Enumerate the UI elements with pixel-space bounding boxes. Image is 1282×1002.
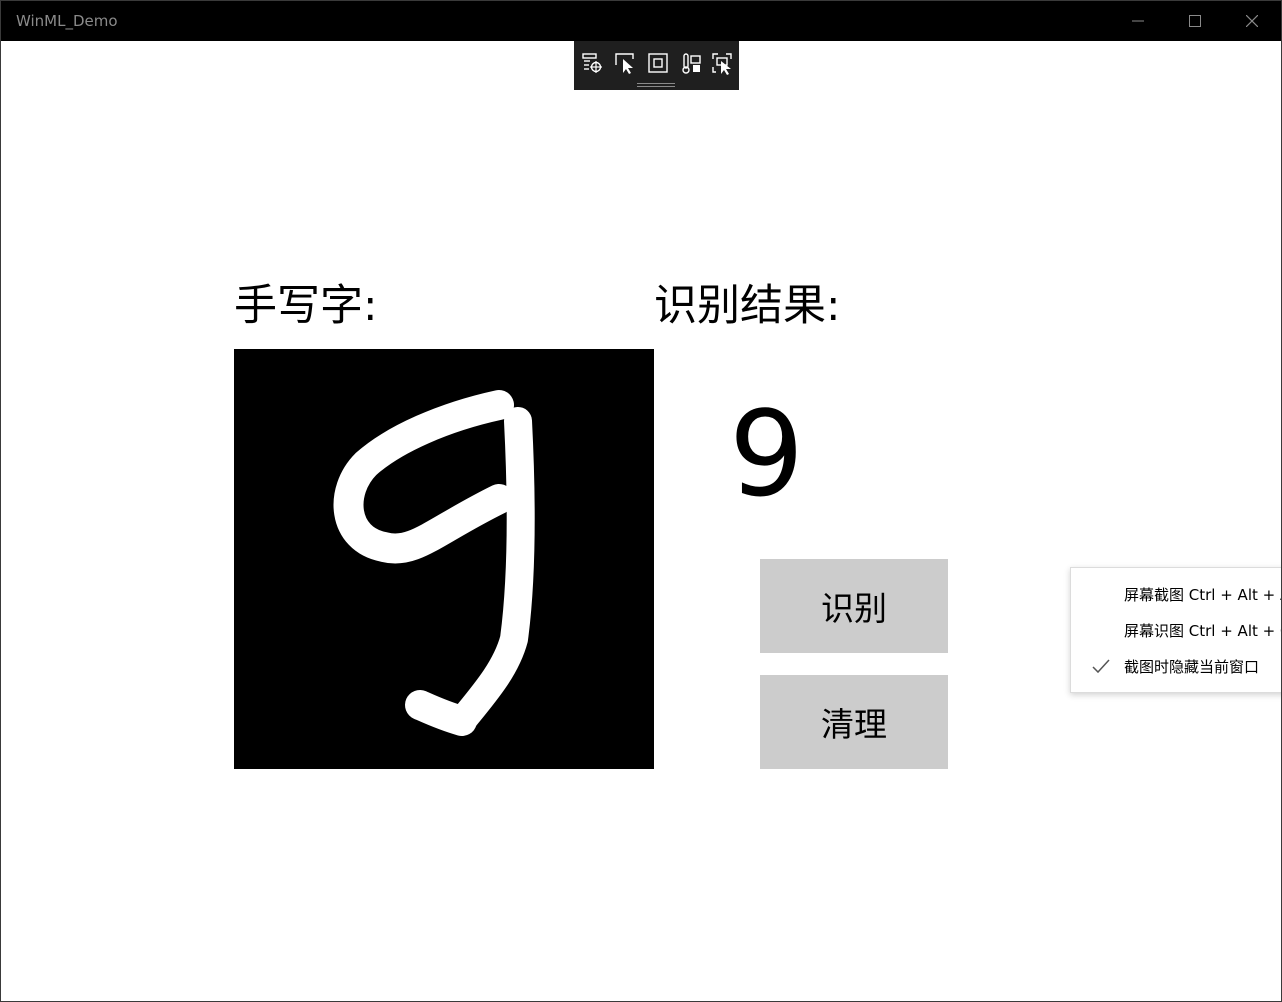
- toolbar-grip[interactable]: [637, 83, 675, 87]
- maximize-icon: [1188, 15, 1201, 27]
- app-window: WinML_Demo 手写字: 识别结果: 9 识别 清理 屏幕截图 Ctrl …: [0, 0, 1282, 1002]
- minimize-button[interactable]: [1109, 1, 1166, 41]
- recognize-button[interactable]: 识别: [760, 559, 948, 653]
- handwriting-label: 手写字:: [234, 281, 378, 331]
- xaml-debug-toolbar: [574, 41, 739, 90]
- menu-item-label: 屏幕识图 Ctrl + Alt + O: [1124, 622, 1282, 640]
- select-element-icon[interactable]: [613, 51, 637, 75]
- recognition-result: 9: [729, 385, 805, 523]
- window-title: WinML_Demo: [16, 12, 118, 30]
- live-visual-tree-icon[interactable]: [580, 51, 604, 75]
- clear-button[interactable]: 清理: [760, 675, 948, 769]
- close-icon: [1245, 15, 1258, 27]
- handwritten-stroke: [333, 390, 535, 736]
- hot-reload-icon[interactable]: [710, 51, 734, 75]
- track-focus-icon[interactable]: [679, 51, 703, 75]
- checkmark-icon: [1091, 656, 1111, 676]
- result-label: 识别结果:: [654, 281, 841, 331]
- handwriting-canvas[interactable]: [234, 349, 654, 769]
- menu-item-label: 屏幕截图 Ctrl + Alt + A: [1124, 586, 1282, 604]
- menu-item-screen-capture[interactable]: 屏幕截图 Ctrl + Alt + A: [1071, 576, 1282, 612]
- menu-item-label: 截图时隐藏当前窗口: [1124, 658, 1260, 676]
- minimize-icon: [1131, 15, 1144, 27]
- menu-item-hide-window[interactable]: 截图时隐藏当前窗口: [1071, 648, 1281, 684]
- title-bar[interactable]: WinML_Demo: [1, 1, 1281, 41]
- screenshot-context-menu: 屏幕截图 Ctrl + Alt + A 屏幕识图 Ctrl + Alt + O …: [1070, 567, 1282, 693]
- close-button[interactable]: [1223, 1, 1280, 41]
- display-layout-adorners-icon[interactable]: [646, 51, 670, 75]
- maximize-button[interactable]: [1166, 1, 1223, 41]
- menu-item-screen-ocr[interactable]: 屏幕识图 Ctrl + Alt + O: [1071, 612, 1282, 648]
